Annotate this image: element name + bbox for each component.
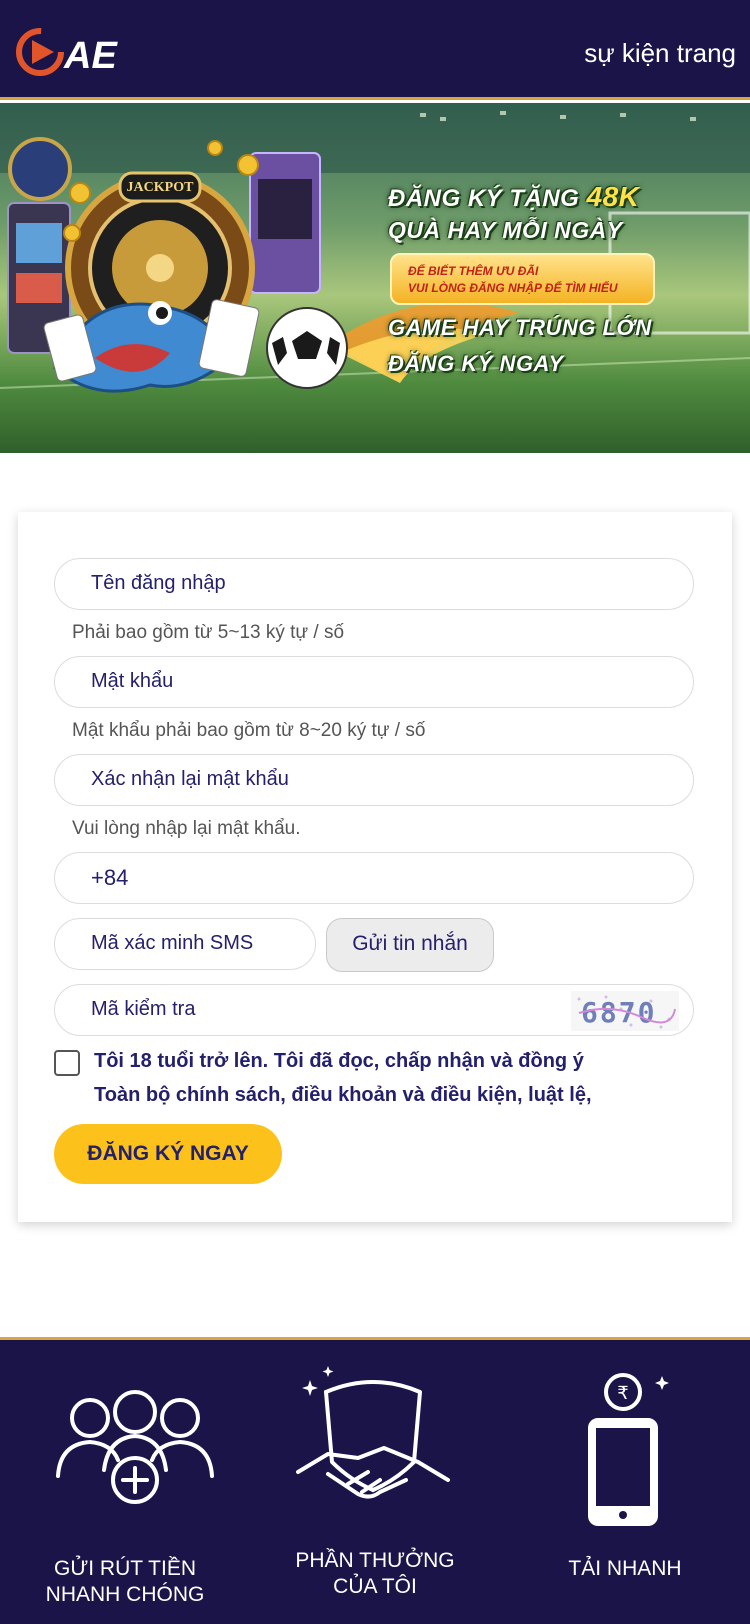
captcha-field[interactable]: 6870 <box>54 984 694 1036</box>
event-page-link[interactable]: sự kiện trang <box>584 38 736 69</box>
users-add-icon <box>56 1390 214 1504</box>
feature-label-line-1: TẢI NHANH <box>568 1557 682 1580</box>
captcha-image[interactable]: 6870 <box>571 991 679 1031</box>
sms-code-field[interactable] <box>54 918 316 970</box>
password-hint: Mật khẩu phải bao gồm từ 8~20 ký tự / số <box>72 720 426 741</box>
phone-field[interactable] <box>54 852 694 904</box>
username-hint: Phải bao gồm từ 5~13 ký tự / số <box>72 622 345 643</box>
banner-headline-3: GAME HAY TRÚNG LỚN <box>388 315 652 340</box>
feature-fast-transfer[interactable]: GỬI RÚT TIỀN NHANH CHÓNG <box>0 1340 250 1624</box>
register-now-button[interactable]: ĐĂNG KÝ NGAY <box>54 1124 282 1184</box>
ae-logo[interactable]: AE <box>14 20 134 82</box>
banner-headline-1: ĐĂNG KÝ TẶNG 48K <box>388 181 639 213</box>
top-header: AE sự kiện trang <box>0 0 750 100</box>
captcha-input[interactable] <box>91 985 531 1034</box>
handshake-shield-icon <box>296 1366 450 1499</box>
promo-line-2: VUI LÒNG ĐĂNG NHẬP ĐỂ TÌM HIỂU <box>408 281 618 295</box>
agreement-line-1: Tôi 18 tuổi trở lên. Tôi đã đọc, chấp nh… <box>94 1050 584 1072</box>
password-input[interactable] <box>91 657 651 706</box>
captcha-code-text: 6870 <box>581 996 656 1029</box>
features-footer: GỬI RÚT TIỀN NHANH CHÓNG PHẦN THƯỞNG CỦA… <box>0 1337 750 1624</box>
feature-quick-download[interactable]: ₹ TẢI NHANH <box>500 1340 750 1624</box>
username-input[interactable] <box>91 559 651 608</box>
username-field[interactable] <box>54 558 694 610</box>
feature-label-line-2: CỦA TÔI <box>333 1575 417 1598</box>
agreement-text: Tôi 18 tuổi trở lên. Tôi đã đọc, chấp nh… <box>94 1044 694 1112</box>
banner-promo-box: ĐỂ BIẾT THÊM ƯU ĐÃI VUI LÒNG ĐĂNG NHẬP Đ… <box>390 253 655 305</box>
phone-download-icon: ₹ <box>588 1373 669 1526</box>
banner-headline-1-amount: 48K <box>586 181 640 212</box>
password-field[interactable] <box>54 656 694 708</box>
send-sms-button[interactable]: Gửi tin nhắn <box>326 918 494 972</box>
feature-label-line-1: GỬI RÚT TIỀN <box>53 1557 196 1580</box>
feature-label-line-1: PHẦN THƯỞNG <box>295 1549 455 1572</box>
agreement-line-2: Toàn bộ chính sách, điều khoản và điều k… <box>94 1084 592 1106</box>
banner-headline-2: QUÀ HAY MỖI NGÀY <box>388 217 623 243</box>
confirm-password-input[interactable] <box>91 755 651 804</box>
ae-logo-mark: AE <box>16 28 118 77</box>
banner-headline-4: ĐĂNG KÝ NGAY <box>388 351 564 376</box>
sms-code-input[interactable] <box>91 919 301 968</box>
confirm-password-hint: Vui lòng nhập lại mật khẩu. <box>72 818 301 839</box>
feature-label-line-2: NHANH CHÓNG <box>45 1583 205 1606</box>
confirm-password-field[interactable] <box>54 754 694 806</box>
feature-my-rewards[interactable]: PHẦN THƯỞNG CỦA TÔI <box>250 1340 500 1624</box>
promo-line-1: ĐỂ BIẾT THÊM ƯU ĐÃI <box>408 264 539 278</box>
banner-headline-1-prefix: ĐĂNG KÝ TẶNG <box>388 185 587 212</box>
age-agreement-checkbox[interactable] <box>54 1050 80 1076</box>
jackpot-label: JACKPOT <box>127 180 195 195</box>
phone-input[interactable] <box>91 853 651 902</box>
logo-text: AE <box>63 35 118 77</box>
registration-form: Phải bao gồm từ 5~13 ký tự / số Mật khẩu… <box>18 512 732 1222</box>
promo-banner[interactable]: JACKPOT ĐĂNG KÝ TẶNG 48K QUÀ HAY MỖI NGÀ… <box>0 103 750 453</box>
svg-text:₹: ₹ <box>617 1383 628 1404</box>
